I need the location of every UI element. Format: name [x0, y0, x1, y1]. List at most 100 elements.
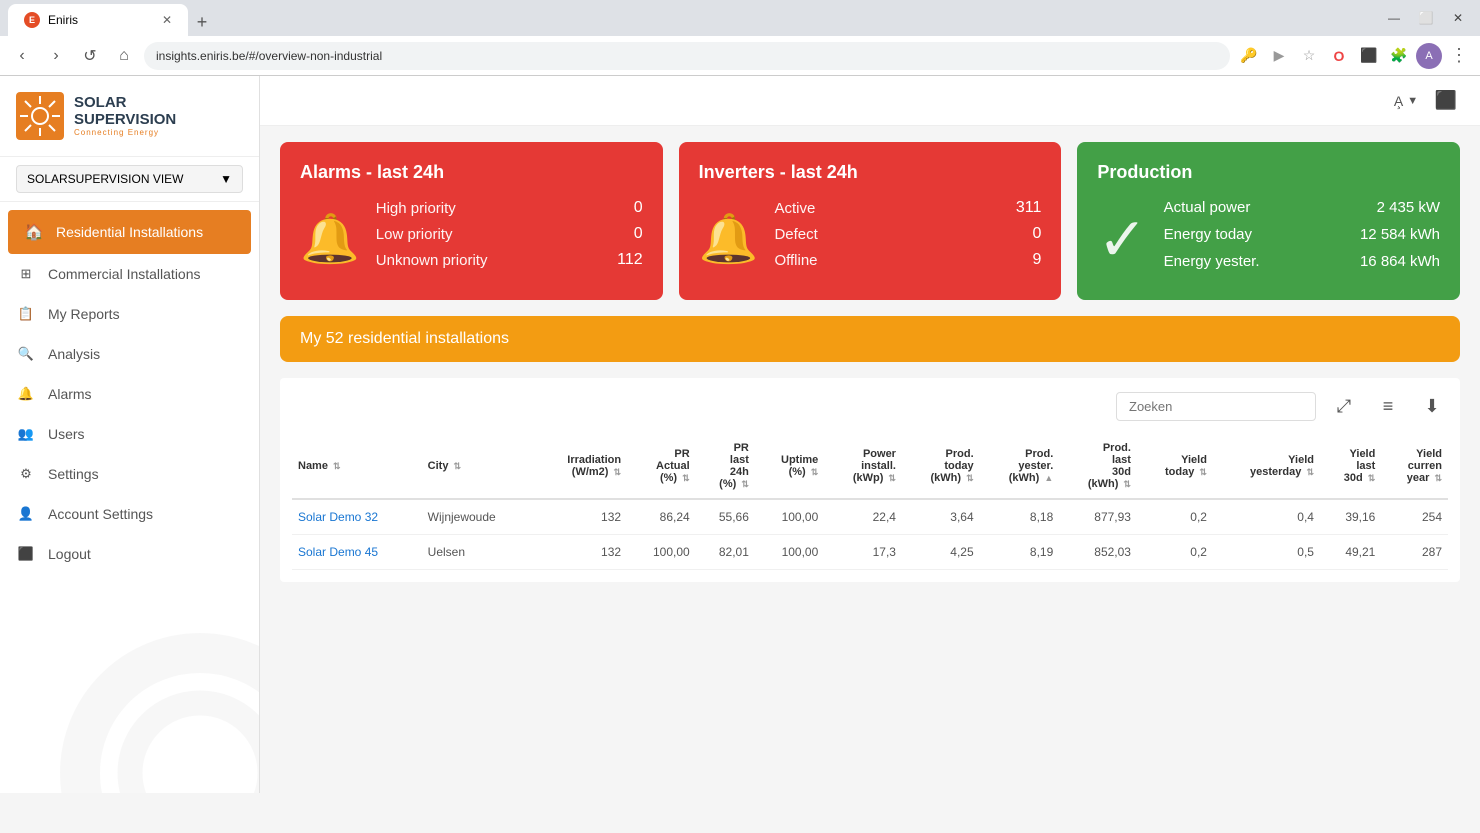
sidebar-item-analysis[interactable]: 🔍 Analysis — [0, 334, 259, 374]
alarm-bell-icon: 🔔 — [300, 210, 360, 267]
low-priority-label: Low priority — [376, 226, 453, 243]
col-prod-today[interactable]: Prod.today(kWh) ⇅ — [902, 434, 980, 499]
list-view-button[interactable]: ≡ — [1372, 390, 1404, 422]
sidebar-item-logout[interactable]: ⬛ Logout — [0, 534, 259, 574]
sort-icon-name: ⇅ — [333, 461, 341, 472]
sidebar-logo: SOLAR SUPERVISION Connecting Energy — [0, 76, 259, 157]
logo-svg — [16, 92, 64, 140]
download-button[interactable]: ⬇ — [1416, 390, 1448, 422]
screenshot-icon[interactable]: ⬛ — [1356, 43, 1382, 69]
account-icon: 👤 — [16, 506, 36, 522]
cell-prod-today: 3,64 — [902, 499, 980, 535]
home-icon: 🏠 — [24, 222, 44, 242]
high-priority-value: 0 — [634, 199, 643, 217]
production-row-today: Energy today 12 584 kWh — [1164, 226, 1440, 243]
sidebar-item-reports[interactable]: 📋 My Reports — [0, 294, 259, 334]
commercial-icon: ⊞ — [16, 266, 36, 282]
reports-icon: 📋 — [16, 306, 36, 322]
reload-button[interactable]: ↺ — [76, 42, 104, 70]
col-yield-current-year[interactable]: Yieldcurrenyear ⇅ — [1381, 434, 1448, 499]
cell-name[interactable]: Solar Demo 45 — [292, 535, 422, 570]
translate-icon: A̧ — [1394, 93, 1403, 109]
translate-button[interactable]: A̧ ▼ — [1392, 87, 1420, 115]
active-value: 311 — [1016, 199, 1042, 217]
tab-favicon: E — [24, 12, 40, 28]
col-prod-last30d[interactable]: Prod.last30d(kWh) ⇅ — [1059, 434, 1137, 499]
alarms-card-body: 🔔 High priority 0 Low priority 0 — [300, 199, 643, 277]
inverter-row-active: Active 311 — [774, 199, 1041, 217]
sort-icon-city: ⇅ — [454, 461, 462, 472]
bookmark-icon[interactable]: ☆ — [1296, 43, 1322, 69]
sort-icon-uptime: ⇅ — [811, 467, 819, 478]
production-card: Production ✓ Actual power 2 435 kW Energ… — [1077, 142, 1460, 300]
tab-close-button[interactable]: ✕ — [162, 13, 172, 27]
col-power-install[interactable]: Powerinstall.(kWp) ⇅ — [824, 434, 902, 499]
col-city[interactable]: City ⇅ — [422, 434, 535, 499]
extensions-icon[interactable]: 🧩 — [1386, 43, 1412, 69]
sidebar-item-alarms[interactable]: 🔔 Alarms — [0, 374, 259, 414]
col-yield-yesterday[interactable]: Yieldyesterday ⇅ — [1213, 434, 1320, 499]
sidebar-item-residential[interactable]: 🏠 Residential Installations — [8, 210, 251, 254]
col-yield-today[interactable]: Yieldtoday ⇅ — [1137, 434, 1213, 499]
active-label: Active — [774, 200, 815, 217]
new-tab-button[interactable]: + — [188, 8, 216, 36]
cell-name[interactable]: Solar Demo 32 — [292, 499, 422, 535]
col-uptime[interactable]: Uptime(%) ⇅ — [755, 434, 824, 499]
cell-prod-today: 4,25 — [902, 535, 980, 570]
main-content: A̧ ▼ ⬛ Alarms - last 24h 🔔 High priority — [260, 76, 1480, 793]
sidebar-item-settings[interactable]: ⚙ Settings — [0, 454, 259, 494]
col-pr-actual[interactable]: PRActual(%) ⇅ — [627, 434, 696, 499]
cell-yield-last30d: 49,21 — [1320, 535, 1381, 570]
production-row-yesterday: Energy yester. 16 864 kWh — [1164, 253, 1440, 270]
address-input[interactable] — [144, 42, 1230, 70]
menu-button[interactable]: ⋮ — [1446, 43, 1472, 69]
close-window-button[interactable]: ✕ — [1444, 4, 1472, 32]
sidebar: SOLAR SUPERVISION Connecting Energy SOLA… — [0, 76, 260, 793]
account-label: Account Settings — [48, 506, 153, 522]
table-wrapper: Name ⇅ City ⇅ Irradiation(W/m2) ⇅ PRActu… — [292, 434, 1448, 570]
maximize-button[interactable]: ⬜ — [1412, 4, 1440, 32]
alarms-card: Alarms - last 24h 🔔 High priority 0 Low … — [280, 142, 663, 300]
cast-icon: ▶ — [1266, 43, 1292, 69]
production-card-body: ✓ Actual power 2 435 kW Energy today 12 … — [1097, 199, 1440, 280]
col-name[interactable]: Name ⇅ — [292, 434, 422, 499]
alarm-row-unknown: Unknown priority 112 — [376, 251, 643, 269]
table-toolbar: ⤢ ≡ ⬇ — [292, 390, 1448, 422]
view-selector[interactable]: SOLARSUPERVISION VIEW ▼ — [0, 157, 259, 202]
logout-top-button[interactable]: ⬛ — [1432, 87, 1460, 115]
home-button[interactable]: ⌂ — [110, 42, 138, 70]
sort-icon-irr: ⇅ — [614, 467, 622, 478]
inverters-card: Inverters - last 24h 🔔 Active 311 Defect… — [679, 142, 1062, 300]
back-button[interactable]: ‹ — [8, 42, 36, 70]
col-pr-last24h[interactable]: PRlast24h(%) ⇅ — [696, 434, 755, 499]
sort-icon-pr-last24h: ⇅ — [741, 479, 749, 490]
top-bar: A̧ ▼ ⬛ — [260, 76, 1480, 126]
inverters-card-title: Inverters - last 24h — [699, 162, 1042, 183]
forward-button[interactable]: › — [42, 42, 70, 70]
cell-city: Wijnjewoude — [422, 499, 535, 535]
user-avatar[interactable]: A — [1416, 43, 1442, 69]
col-irradiation[interactable]: Irradiation(W/m2) ⇅ — [534, 434, 627, 499]
cell-yield-today: 0,2 — [1137, 535, 1213, 570]
minimize-button[interactable]: — — [1380, 4, 1408, 32]
sort-icon-prod-30d: ⇅ — [1123, 479, 1131, 490]
cell-irradiation: 132 — [534, 499, 627, 535]
view-selector-button[interactable]: SOLARSUPERVISION VIEW ▼ — [16, 165, 243, 193]
expand-button[interactable]: ⤢ — [1328, 390, 1360, 422]
cell-power-install: 17,3 — [824, 535, 902, 570]
search-input[interactable] — [1116, 392, 1316, 421]
browser-actions: 🔑 ▶ ☆ O ⬛ 🧩 A ⋮ — [1236, 43, 1472, 69]
cell-yield-last30d: 39,16 — [1320, 499, 1381, 535]
sidebar-item-users[interactable]: 👥 Users — [0, 414, 259, 454]
residential-label: Residential Installations — [56, 224, 203, 240]
sidebar-item-account[interactable]: 👤 Account Settings — [0, 494, 259, 534]
production-rows: Actual power 2 435 kW Energy today 12 58… — [1164, 199, 1440, 280]
col-prod-yester[interactable]: Prod.yester.(kWh) ▲ — [980, 434, 1060, 499]
col-yield-last30d[interactable]: Yieldlast30d ⇅ — [1320, 434, 1381, 499]
active-tab[interactable]: E Eniris ✕ — [8, 4, 188, 36]
energy-today-value: 12 584 kWh — [1360, 226, 1440, 243]
logo-line2: SUPERVISION — [74, 112, 176, 129]
cell-yield-yesterday: 0,5 — [1213, 535, 1320, 570]
stat-cards: Alarms - last 24h 🔔 High priority 0 Low … — [280, 142, 1460, 300]
sidebar-item-commercial[interactable]: ⊞ Commercial Installations — [0, 254, 259, 294]
